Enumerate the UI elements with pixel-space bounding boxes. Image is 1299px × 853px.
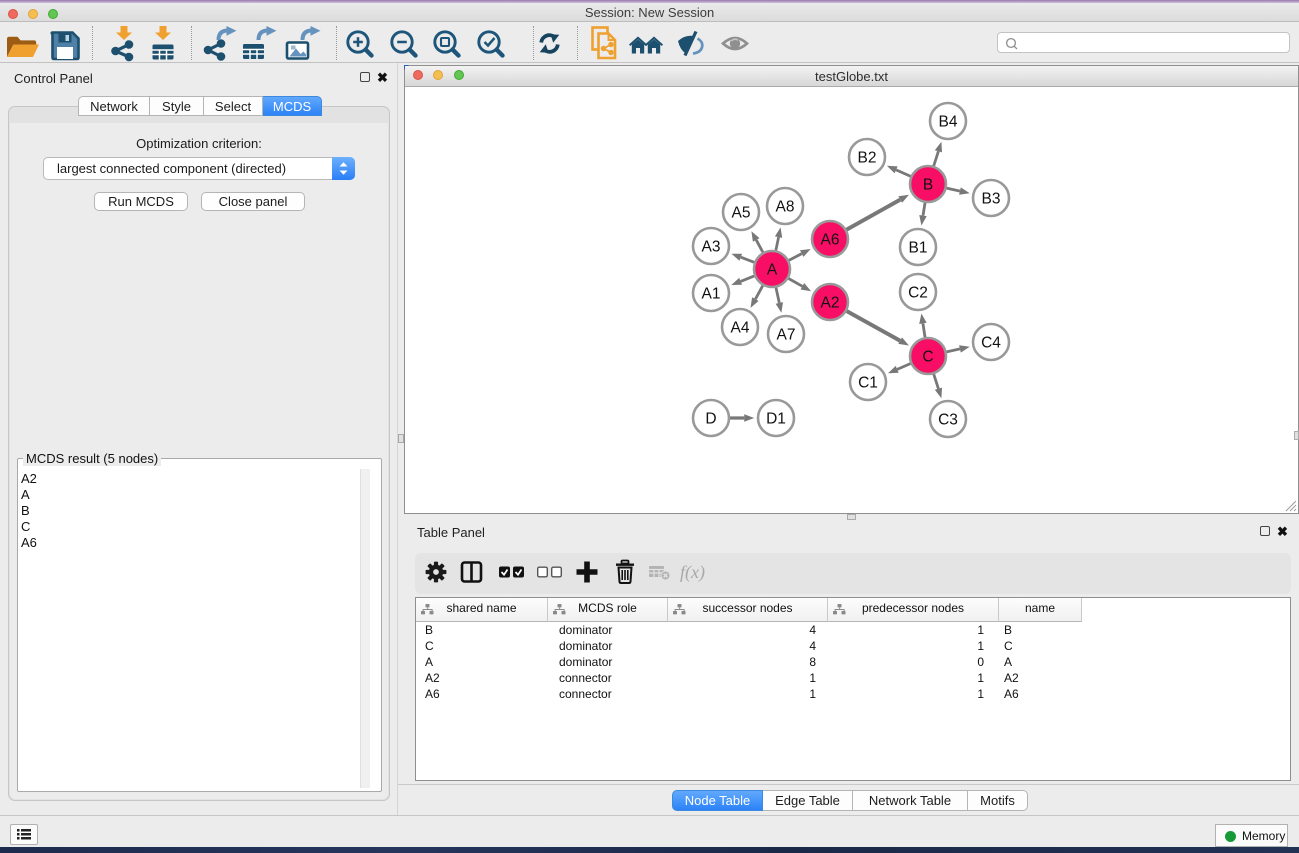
svg-text:C4: C4 xyxy=(981,335,1001,352)
svg-text:B: B xyxy=(923,177,933,194)
svg-text:A1: A1 xyxy=(702,286,721,303)
svg-text:B4: B4 xyxy=(939,114,958,131)
svg-text:A8: A8 xyxy=(776,199,795,216)
svg-text:D1: D1 xyxy=(766,411,786,428)
svg-text:A7: A7 xyxy=(777,327,796,344)
svg-text:C1: C1 xyxy=(858,375,878,392)
svg-text:A: A xyxy=(767,262,778,279)
svg-text:C: C xyxy=(922,349,933,366)
svg-text:B3: B3 xyxy=(982,191,1001,208)
svg-text:C2: C2 xyxy=(908,285,928,302)
svg-text:D: D xyxy=(705,411,716,428)
svg-text:A5: A5 xyxy=(732,205,751,222)
svg-text:A2: A2 xyxy=(821,295,840,312)
svg-text:B2: B2 xyxy=(858,150,877,167)
svg-text:A3: A3 xyxy=(702,239,721,256)
svg-text:C3: C3 xyxy=(938,412,958,429)
svg-text:A4: A4 xyxy=(731,320,750,337)
svg-text:A6: A6 xyxy=(821,232,840,249)
svg-text:B1: B1 xyxy=(909,240,928,257)
